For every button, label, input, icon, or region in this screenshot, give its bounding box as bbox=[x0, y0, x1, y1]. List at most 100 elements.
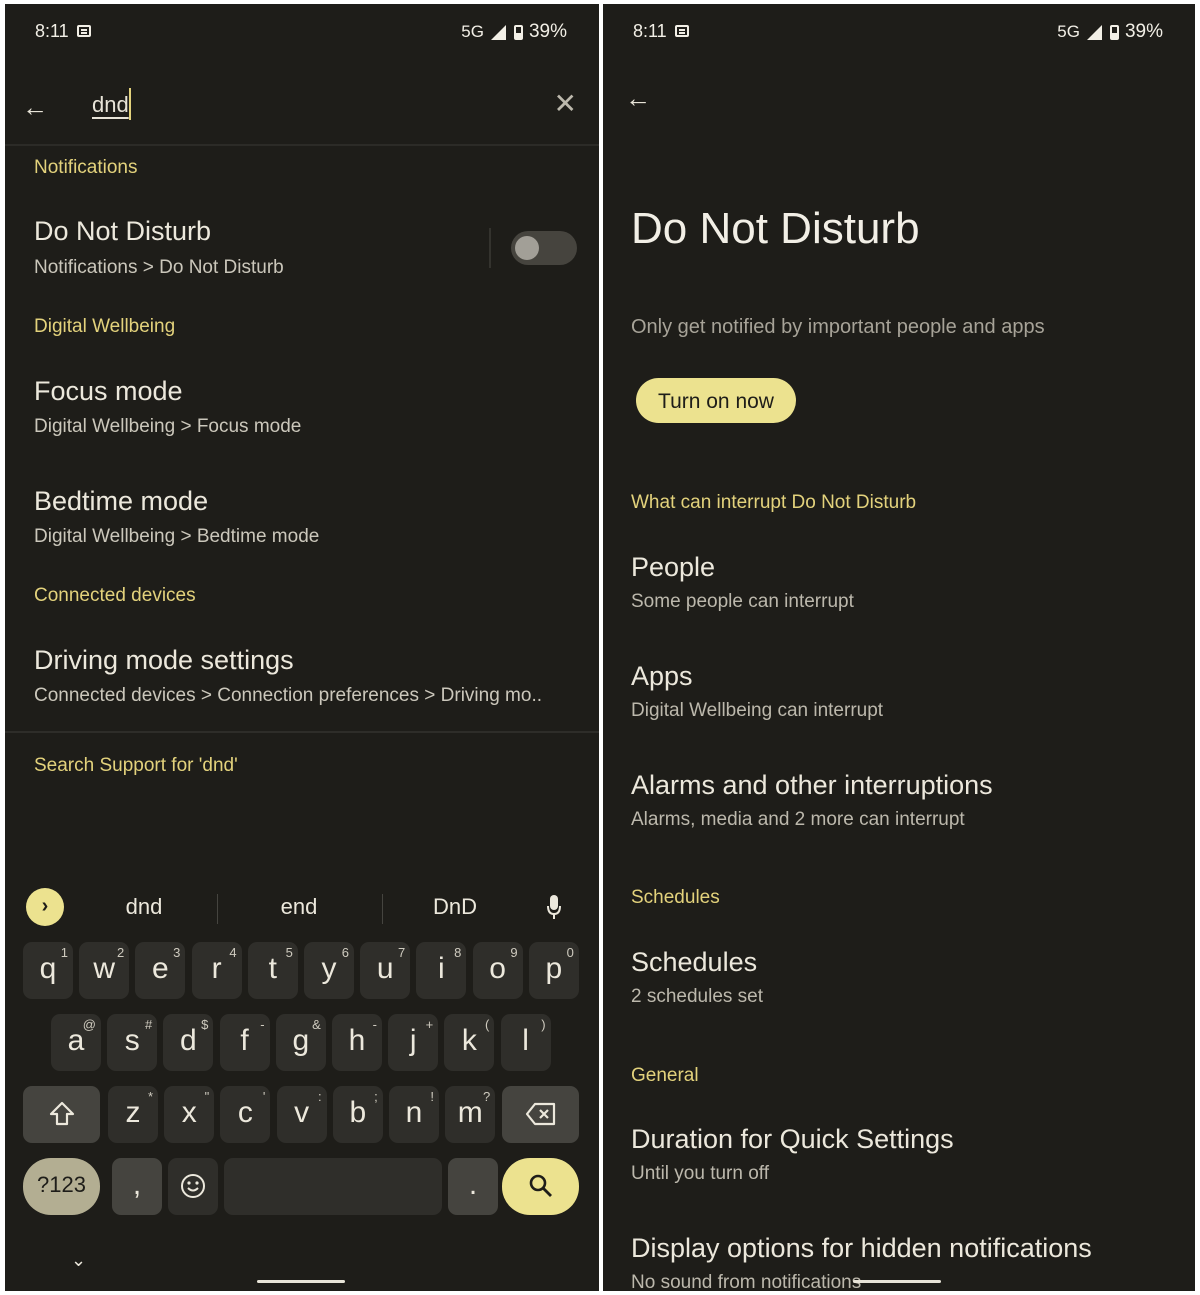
page-description: Only get notified by important people an… bbox=[631, 316, 1045, 338]
key-alt-char: $ bbox=[201, 1017, 209, 1032]
search-support-link[interactable]: Search Support for 'dnd' bbox=[34, 755, 238, 777]
key-w[interactable]: w2 bbox=[79, 942, 130, 999]
emoji-key[interactable] bbox=[168, 1158, 218, 1215]
key-letter: t bbox=[268, 952, 277, 985]
key-j[interactable]: j + bbox=[388, 1014, 439, 1071]
key-u[interactable]: u7 bbox=[360, 942, 411, 999]
network-type: 5G bbox=[461, 22, 484, 41]
section-header-digital-wellbeing: Digital Wellbeing bbox=[34, 316, 176, 337]
key-letter: s bbox=[124, 1024, 140, 1057]
key-alt-char: 1 bbox=[60, 945, 68, 960]
suggestion-2[interactable]: end bbox=[239, 894, 359, 920]
key-t[interactable]: t5 bbox=[247, 942, 298, 999]
suggestion-3[interactable]: DnD bbox=[395, 894, 515, 920]
key-alt-char: " bbox=[204, 1089, 210, 1104]
key-h[interactable]: h- bbox=[332, 1014, 382, 1071]
key-alt-char: 7 bbox=[397, 945, 406, 960]
setting-subtitle: Alarms, media and 2 more can interrupt bbox=[631, 809, 965, 830]
key-e[interactable]: e3 bbox=[135, 942, 186, 999]
suggestion-1[interactable]: dnd bbox=[84, 894, 204, 920]
dnd-toggle[interactable] bbox=[511, 231, 577, 265]
key-z[interactable]: z * bbox=[108, 1086, 158, 1143]
key-letter: b bbox=[349, 1096, 367, 1129]
key-letter: f bbox=[240, 1024, 249, 1057]
space-key[interactable] bbox=[224, 1158, 442, 1215]
key-x[interactable]: x " bbox=[164, 1086, 215, 1143]
back-arrow-icon[interactable]: ← bbox=[625, 85, 651, 111]
key-letter: w bbox=[93, 952, 116, 985]
result-title: Focus mode bbox=[34, 376, 183, 406]
key-l[interactable]: l) bbox=[500, 1014, 551, 1071]
search-query-text: dnd bbox=[92, 91, 129, 117]
microphone-icon[interactable] bbox=[547, 894, 561, 922]
suggestion-divider bbox=[217, 894, 218, 924]
suggestion-divider bbox=[382, 894, 383, 924]
key-y[interactable]: y6 bbox=[304, 942, 354, 999]
gesture-nav-bar[interactable] bbox=[257, 1280, 345, 1283]
battery-icon bbox=[513, 24, 523, 40]
key-alt-char: - bbox=[372, 1017, 377, 1032]
key-alt-char: 8 bbox=[454, 945, 462, 960]
key-letter: n bbox=[405, 1096, 423, 1129]
text-cursor bbox=[128, 88, 131, 120]
key-alt-char: : bbox=[317, 1089, 322, 1104]
search-key[interactable] bbox=[502, 1158, 579, 1215]
turn-on-now-button[interactable]: Turn on now bbox=[636, 378, 796, 423]
key-alt-char: - bbox=[260, 1017, 265, 1032]
key-o[interactable]: o9 bbox=[472, 942, 523, 999]
key-k[interactable]: k( bbox=[444, 1014, 495, 1071]
battery-percent: 39% bbox=[528, 21, 567, 42]
gesture-nav-bar[interactable] bbox=[853, 1280, 941, 1283]
setting-subtitle: 2 schedules set bbox=[631, 986, 764, 1007]
key-alt-char: @ bbox=[82, 1017, 96, 1032]
key-i[interactable]: i8 bbox=[416, 942, 467, 999]
setting-title: Apps bbox=[631, 661, 693, 691]
key-letter: r bbox=[211, 952, 222, 985]
status-bar: 8:11 5G 39% bbox=[603, 4, 1195, 56]
key-n[interactable]: n! bbox=[389, 1086, 439, 1143]
key-letter: q bbox=[39, 952, 57, 985]
search-input[interactable]: dnd bbox=[92, 88, 131, 122]
key-a[interactable]: a @ bbox=[51, 1014, 101, 1071]
key-alt-char: # bbox=[144, 1017, 153, 1032]
result-path: Digital Wellbeing > Bedtime mode bbox=[34, 526, 320, 547]
key-letter: u bbox=[376, 952, 394, 985]
key-g[interactable]: g & bbox=[275, 1014, 326, 1071]
key-letter: g bbox=[292, 1024, 310, 1057]
key-letter: k bbox=[461, 1024, 477, 1057]
shift-key[interactable] bbox=[23, 1086, 100, 1143]
settings-search-screen: 8:11 5G 39% ← dnd ✕ Notifications Do Not… bbox=[5, 4, 599, 1291]
search-icon bbox=[529, 1174, 552, 1197]
key-d[interactable]: d $ bbox=[163, 1014, 214, 1071]
key-alt-char: 6 bbox=[341, 945, 349, 960]
setting-subtitle: Digital Wellbeing can interrupt bbox=[631, 700, 884, 721]
setting-subtitle: Until you turn off bbox=[631, 1163, 770, 1184]
toggle-divider bbox=[489, 228, 491, 268]
back-arrow-icon[interactable]: ← bbox=[22, 94, 48, 120]
toggle-knob bbox=[515, 236, 539, 260]
search-bar: ← dnd ✕ bbox=[5, 74, 599, 146]
comma-key[interactable]: , bbox=[112, 1158, 162, 1215]
symbols-key[interactable]: ?123 bbox=[23, 1158, 100, 1215]
key-c[interactable]: c ' bbox=[220, 1086, 271, 1143]
key-q[interactable]: q1 bbox=[23, 942, 73, 999]
period-key[interactable]: . bbox=[448, 1158, 498, 1215]
backspace-key[interactable] bbox=[502, 1086, 579, 1143]
key-m[interactable]: m? bbox=[445, 1086, 496, 1143]
hide-keyboard-icon[interactable]: ⌄ bbox=[71, 1250, 86, 1271]
key-alt-char: ) bbox=[541, 1017, 546, 1032]
result-title: Driving mode settings bbox=[34, 645, 294, 675]
key-letter: m bbox=[457, 1096, 483, 1129]
key-letter: d bbox=[180, 1024, 197, 1057]
key-v[interactable]: v: bbox=[276, 1086, 327, 1143]
key-r[interactable]: r4 bbox=[191, 942, 242, 999]
key-s[interactable]: s # bbox=[107, 1014, 158, 1071]
setting-subtitle: No sound from notifications bbox=[631, 1272, 862, 1291]
battery-icon bbox=[1109, 24, 1119, 40]
key-f[interactable]: f- bbox=[219, 1014, 270, 1071]
key-p[interactable]: p0 bbox=[528, 942, 579, 999]
expand-toolbar-button[interactable]: › bbox=[26, 888, 64, 926]
key-b[interactable]: b; bbox=[332, 1086, 383, 1143]
clear-search-icon[interactable]: ✕ bbox=[554, 90, 577, 118]
key-alt-char: 4 bbox=[229, 945, 237, 960]
